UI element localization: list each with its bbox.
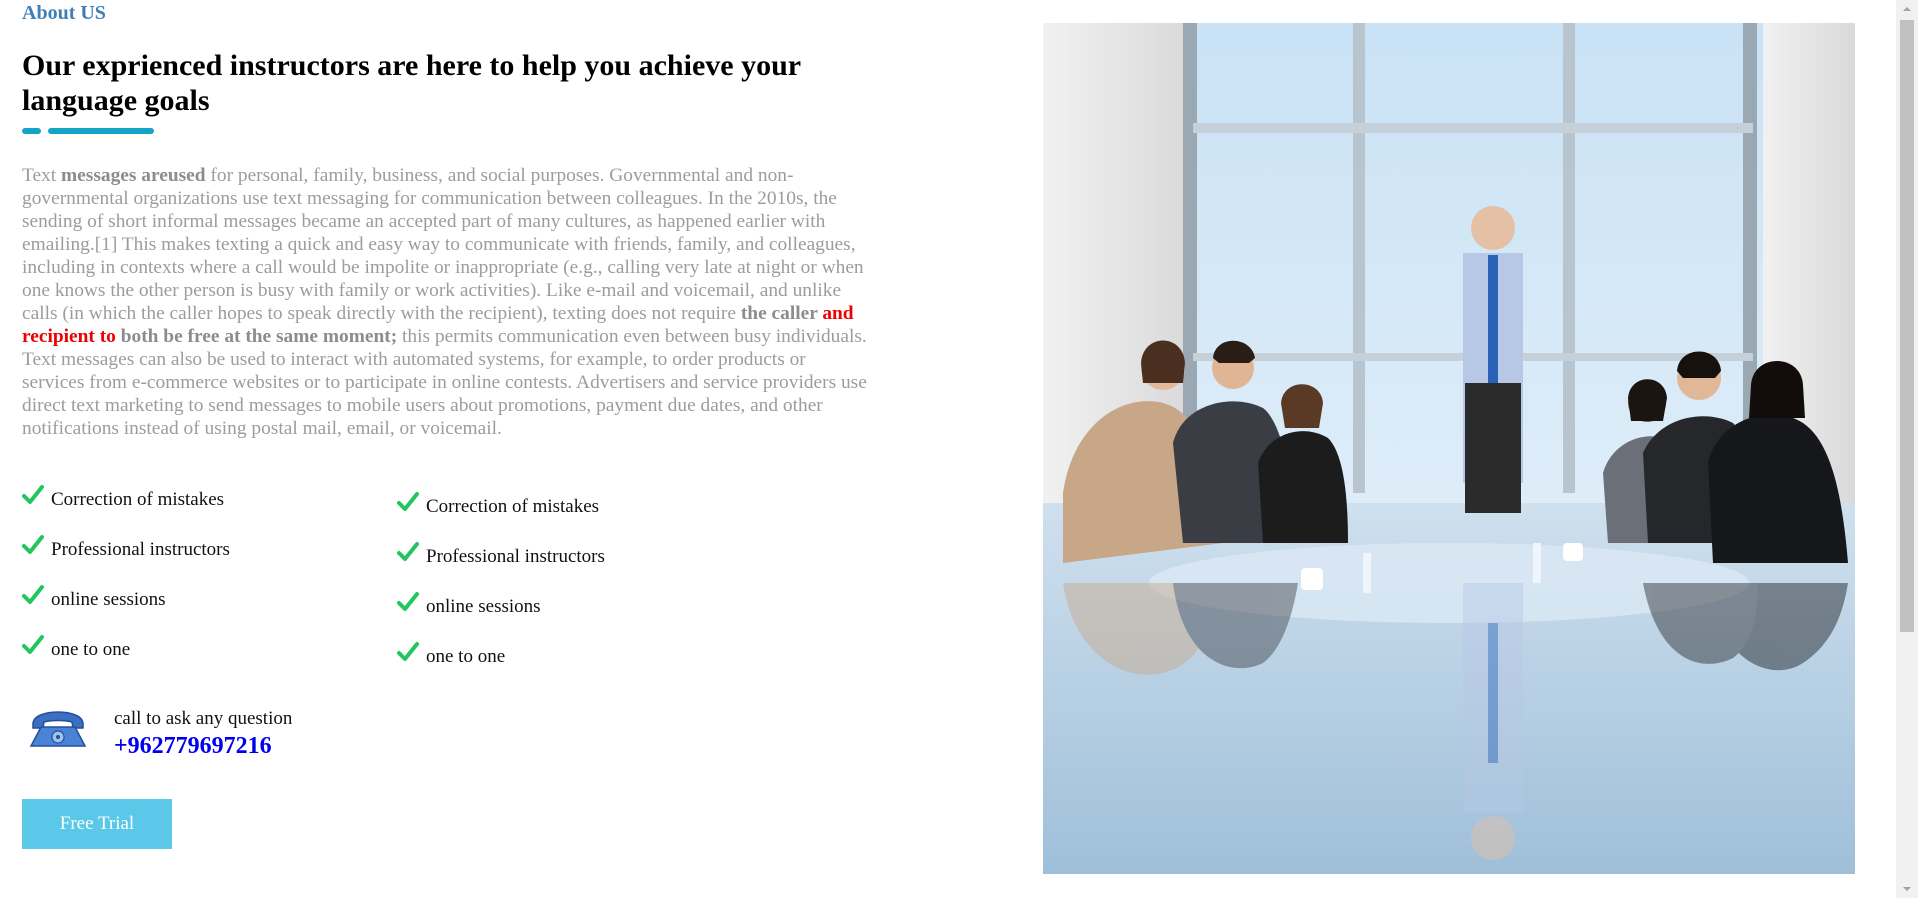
- check-icon: [397, 592, 419, 611]
- feature-item: Professional instructors: [22, 534, 230, 584]
- feature-label: Correction of mistakes: [51, 489, 225, 510]
- phone-number-link[interactable]: +962779697216: [114, 733, 272, 760]
- feature-item: Correction of mistakes: [397, 491, 605, 541]
- feature-item: one to one: [22, 634, 230, 684]
- free-trial-button[interactable]: Free Trial: [22, 799, 172, 849]
- feature-item: Correction of mistakes: [22, 484, 230, 534]
- vertical-scrollbar[interactable]: [1896, 0, 1918, 898]
- features-column-1: Correction of mistakes Professional instr…: [22, 484, 230, 684]
- headline: Our exprienced instructors are here to h…: [22, 49, 801, 117]
- check-icon: [22, 485, 44, 504]
- scroll-down-arrow-icon[interactable]: [1896, 880, 1918, 898]
- telephone-icon: [29, 711, 87, 747]
- body-bold-3: both be free at the same moment;: [115, 326, 398, 347]
- meeting-photo-image: [1043, 23, 1855, 874]
- feature-label: online sessions: [426, 596, 541, 617]
- body-seg-1: Text: [22, 165, 62, 186]
- meeting-photo: [1043, 23, 1855, 874]
- feature-label: one to one: [426, 646, 506, 667]
- call-box: call to ask any question +962779697216: [27, 704, 527, 764]
- check-icon: [397, 642, 419, 661]
- feature-label: Correction of mistakes: [426, 496, 600, 517]
- call-prompt: call to ask any question: [114, 708, 293, 729]
- feature-label: one to one: [51, 639, 131, 660]
- title-underline-bar: [48, 128, 154, 134]
- feature-item: Professional instructors: [397, 541, 605, 591]
- body-seg-3: for personal, family, business, and soci…: [22, 165, 864, 324]
- check-icon: [397, 492, 419, 511]
- features-column-2: Correction of mistakes Professional instr…: [397, 491, 605, 691]
- section-label: About US: [22, 2, 106, 24]
- check-icon: [22, 585, 44, 604]
- scroll-up-arrow-icon[interactable]: [1896, 0, 1918, 18]
- feature-label: Professional instructors: [51, 539, 230, 560]
- feature-item: online sessions: [22, 584, 230, 634]
- check-icon: [397, 542, 419, 561]
- check-icon: [22, 635, 44, 654]
- body-bold-1: messages areused: [61, 165, 206, 186]
- feature-item: one to one: [397, 641, 605, 691]
- scrollbar-thumb[interactable]: [1900, 20, 1914, 632]
- body-paragraph: Text messages areused for personal, fami…: [22, 164, 872, 440]
- check-icon: [22, 535, 44, 554]
- feature-item: online sessions: [397, 591, 605, 641]
- body-bold-2: the caller: [740, 303, 823, 324]
- feature-label: Professional instructors: [426, 546, 605, 567]
- feature-label: online sessions: [51, 589, 166, 610]
- title-underline-dot: [22, 128, 41, 134]
